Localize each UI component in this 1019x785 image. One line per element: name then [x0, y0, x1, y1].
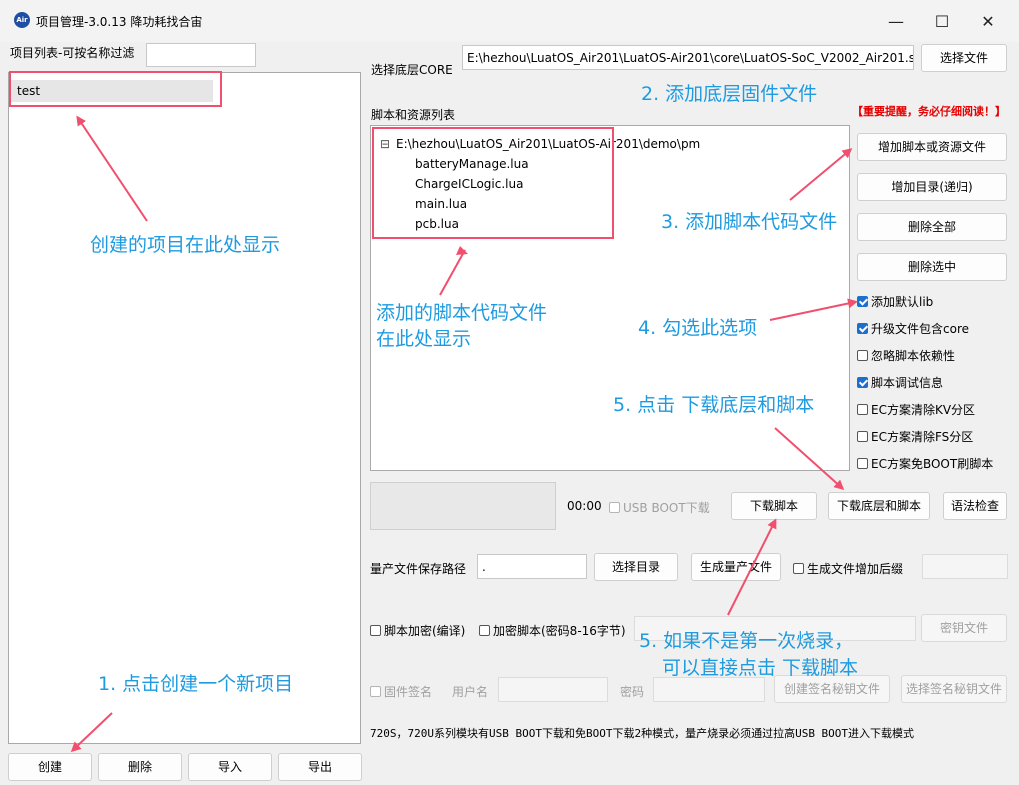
annotation-step5b-2: 可以直接点击 下载脚本	[662, 657, 859, 679]
annotation-step1: 1. 点击创建一个新项目	[98, 673, 294, 695]
annotation-step2: 2. 添加底层固件文件	[641, 83, 818, 105]
annotation-step5a: 5. 点击 下载底层和脚本	[613, 394, 815, 416]
annotation-scripts-shown-1: 添加的脚本代码文件	[376, 302, 548, 324]
annotation-project-shown: 创建的项目在此处显示	[90, 234, 281, 256]
arrow-to-create	[70, 712, 113, 753]
arrow-to-default-lib	[769, 298, 858, 321]
arrow-head-scripts	[456, 246, 468, 255]
arrow-to-download-all	[774, 427, 845, 491]
annotation-step4: 4. 勾选此选项	[638, 317, 758, 339]
arrow-to-project-item	[76, 115, 148, 222]
annotation-scripts-shown-2: 在此处显示	[376, 328, 472, 350]
annotation-arrows	[70, 115, 858, 753]
arrow-to-download-script	[727, 518, 777, 616]
annotation-step5b-1: 5. 如果不是第一次烧录，	[639, 630, 854, 652]
arrow-to-add-files	[789, 148, 853, 201]
annotation-step3: 3. 添加脚本代码文件	[661, 211, 838, 233]
arrow-from-scripts-label	[439, 249, 466, 296]
